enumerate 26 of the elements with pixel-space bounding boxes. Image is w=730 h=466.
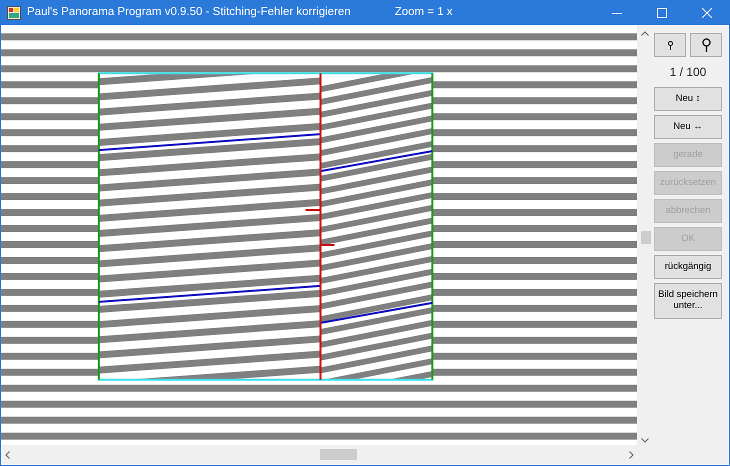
close-icon — [702, 8, 712, 18]
action-button[interactable]: Bild speichern unter... — [654, 283, 722, 319]
maximize-icon — [656, 8, 666, 18]
scrollbar-thumb[interactable] — [320, 449, 357, 460]
guide-line[interactable] — [320, 302, 432, 324]
window-title: Paul's Panorama Program v0.9.50 - Stitching-Fehler korrigieren — [27, 5, 351, 20]
pin-large-button[interactable] — [690, 33, 722, 57]
minimize-icon — [612, 12, 622, 14]
scroll-right-icon[interactable] — [629, 450, 634, 458]
pin-icon — [668, 40, 672, 50]
guide-line[interactable] — [320, 150, 432, 172]
action-button[interactable]: Neu ↕ — [654, 87, 722, 111]
scroll-left-icon[interactable] — [5, 450, 10, 458]
guide-line[interactable] — [98, 133, 321, 152]
scroll-down-icon[interactable] — [640, 438, 648, 443]
action-button[interactable]: rückgängig — [654, 255, 722, 279]
app-icon — [7, 6, 21, 20]
seam-marker[interactable] — [320, 244, 334, 246]
scrollbar-thumb[interactable] — [641, 230, 651, 244]
action-button[interactable]: Neu ↔ — [654, 115, 722, 139]
zoom-label: Zoom = 1 x — [394, 5, 453, 20]
image-counter: 1 / 100 — [668, 64, 708, 81]
scroll-up-icon[interactable] — [640, 31, 648, 36]
pin-icon — [702, 38, 710, 52]
seam-marker[interactable] — [306, 209, 320, 212]
guide-line[interactable] — [98, 284, 321, 303]
